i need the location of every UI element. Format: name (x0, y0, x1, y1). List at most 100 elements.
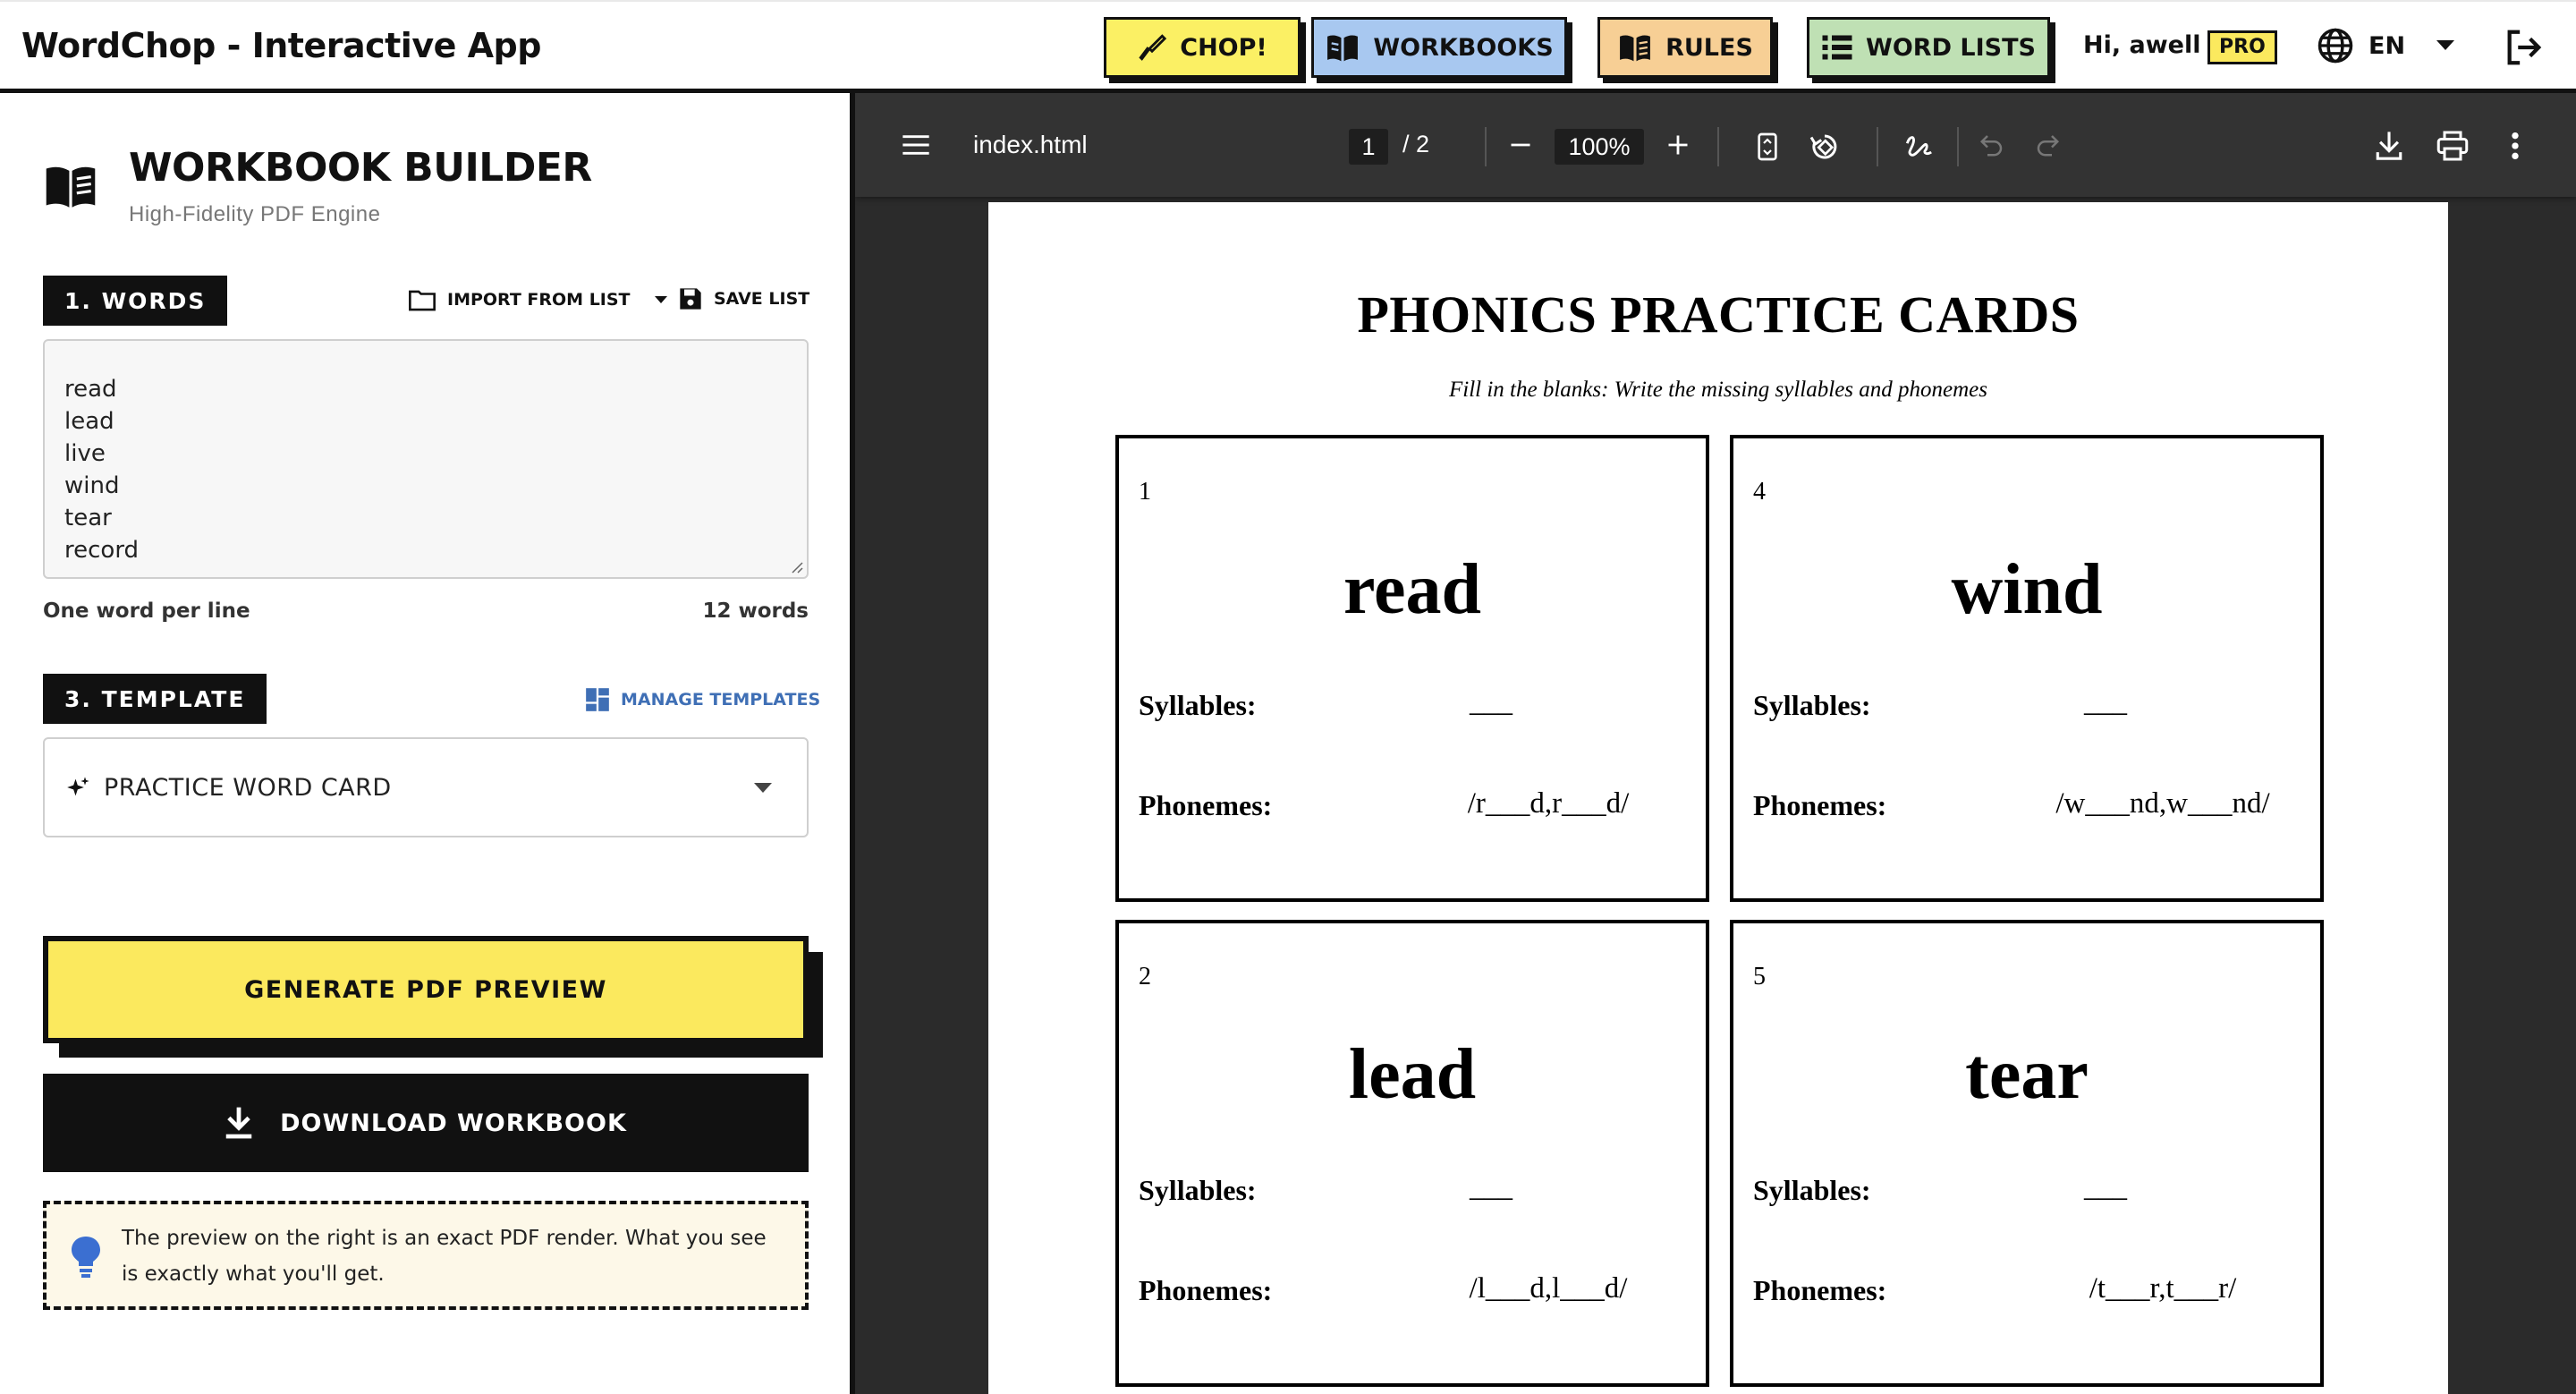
pdf-page: PHONICS PRACTICE CARDS Fill in the blank… (988, 202, 2448, 1394)
pdf-viewer: index.html 1 / 2 100% PHONICS PRACTICE C… (855, 93, 2576, 1394)
generate-pdf-preview-button[interactable]: GENERATE PDF PREVIEW (43, 936, 809, 1043)
save-list-button[interactable]: SAVE LIST (678, 286, 809, 311)
download-icon (225, 1107, 252, 1139)
menu-icon[interactable] (902, 132, 930, 157)
book-open-icon (1327, 35, 1359, 62)
phonemes-value: /l___d,l___d/ (1469, 1272, 1628, 1305)
pdf-toolbar: index.html 1 / 2 100% (855, 93, 2576, 197)
info-box: The preview on the right is an exact PDF… (43, 1201, 809, 1310)
redo-icon[interactable] (2034, 132, 2061, 157)
syllables-label: Syllables: (1139, 689, 1257, 721)
draw-icon[interactable] (1903, 131, 1934, 161)
manage-templates-button[interactable]: MANAGE TEMPLATES (585, 687, 820, 712)
words-textarea[interactable]: read lead live wind tear record (43, 339, 809, 579)
card-word: read (1343, 550, 1482, 629)
knife-icon (1139, 34, 1167, 61)
word-line: record (64, 537, 140, 564)
caret-down-icon (754, 783, 772, 793)
dashboard-icon (586, 688, 609, 711)
syllables-label: Syllables: (1139, 1174, 1257, 1206)
pro-badge: PRO (2207, 30, 2277, 64)
chop-button[interactable]: CHOP! (1104, 17, 1301, 78)
undo-icon[interactable] (1979, 132, 2005, 157)
app-title: WordChop - Interactive App (21, 26, 541, 65)
page-subtitle: Fill in the blanks: Write the missing sy… (1448, 378, 1987, 402)
toolbar-divider (1717, 127, 1719, 166)
practice-card: 5 tear Syllables: ___ Phonemes: /t___r,t… (1730, 920, 2324, 1387)
rules-button[interactable]: RULES (1597, 17, 1773, 78)
toolbar-divider (1957, 127, 1959, 166)
rotate-icon[interactable] (1809, 131, 1841, 163)
manage-templates-label: MANAGE TEMPLATES (621, 690, 821, 710)
template-section-label: 3. TEMPLATE (43, 674, 267, 724)
list-icon (1822, 35, 1852, 60)
phonemes-label: Phonemes: (1753, 789, 1887, 821)
lightbulb-icon (72, 1237, 100, 1278)
download-icon[interactable] (2376, 131, 2402, 161)
phonemes-value: /t___r,t___r/ (2089, 1272, 2237, 1305)
builder-subtitle: High-Fidelity PDF Engine (129, 202, 381, 226)
word-lists-label: WORD LISTS (1866, 33, 2036, 62)
card-number: 5 (1753, 963, 1766, 990)
import-label: IMPORT FROM LIST (447, 290, 631, 310)
page-total: / 2 (1402, 131, 1430, 157)
word-line: lead (64, 408, 114, 435)
rulebook-icon (1620, 35, 1651, 62)
print-icon[interactable] (2436, 131, 2469, 161)
word-count: 12 words (702, 599, 809, 623)
caret-down-icon (2436, 40, 2455, 50)
more-vert-icon[interactable] (2510, 131, 2521, 161)
download-workbook-button[interactable]: DOWNLOAD WORKBOOK (43, 1074, 809, 1172)
resize-handle-icon[interactable] (787, 557, 803, 574)
syllables-label: Syllables: (1753, 689, 1871, 721)
zoom-in-icon[interactable] (1665, 132, 1690, 157)
page-number-input[interactable]: 1 (1349, 129, 1388, 165)
phonemes-label: Phonemes: (1753, 1274, 1887, 1306)
logout-button[interactable] (2503, 27, 2544, 68)
info-text: The preview on the right is an exact PDF… (122, 1227, 767, 1286)
words-hint: One word per line (43, 599, 250, 623)
chop-label: CHOP! (1180, 33, 1267, 62)
zoom-level-input[interactable]: 100% (1555, 129, 1644, 165)
download-label: DOWNLOAD WORKBOOK (280, 1109, 627, 1137)
save-list-label: SAVE LIST (714, 289, 810, 309)
syllables-label: Syllables: (1753, 1174, 1871, 1206)
language-selector[interactable]: EN (2317, 27, 2455, 64)
card-word: lead (1348, 1035, 1477, 1114)
save-icon (680, 288, 701, 310)
toolbar-divider (1485, 127, 1487, 166)
workbook-builder-panel: WORKBOOK BUILDER High-Fidelity PDF Engin… (0, 93, 850, 1394)
word-line: tear (64, 505, 112, 531)
folder-icon (409, 290, 436, 311)
language-label: EN (2368, 31, 2406, 60)
workbooks-button[interactable]: WORKBOOKS (1311, 17, 1567, 78)
logout-icon (2507, 30, 2542, 65)
syllables-blank: ___ (2084, 685, 2127, 718)
syllables-blank: ___ (1470, 1170, 1513, 1203)
card-number: 1 (1139, 478, 1151, 506)
word-line: wind (64, 472, 120, 499)
card-word: tear (1965, 1035, 2089, 1114)
syllables-blank: ___ (2084, 1170, 2127, 1203)
card-word: wind (1951, 550, 2103, 629)
template-selected-value: PRACTICE WORD CARD (104, 773, 392, 802)
zoom-out-icon[interactable] (1508, 132, 1533, 157)
phonemes-value: /r___d,r___d/ (1467, 787, 1630, 820)
practice-card: 4 wind Syllables: ___ Phonemes: /w___nd,… (1730, 435, 2324, 902)
template-select[interactable]: PRACTICE WORD CARD (43, 737, 809, 837)
pdf-filename: index.html (973, 131, 1088, 158)
practice-card: 2 lead Syllables: ___ Phonemes: /l___d,l… (1115, 920, 1709, 1387)
syllables-blank: ___ (1470, 685, 1513, 718)
practice-card: 1 read Syllables: ___ Phonemes: /r___d,r… (1115, 435, 1709, 902)
caret-down-icon (654, 296, 667, 303)
fit-page-icon[interactable] (1757, 132, 1778, 161)
top-bar: WordChop - Interactive App CHOP! WORKBOO… (0, 0, 2576, 93)
import-from-list-button[interactable]: IMPORT FROM LIST (408, 288, 668, 311)
word-line: read (64, 376, 117, 403)
book-icon (46, 166, 96, 208)
sparkle-icon (67, 777, 89, 796)
phonemes-value: /w___nd,w___nd/ (2055, 787, 2270, 820)
user-greeting: Hi, awell (2083, 31, 2201, 59)
card-number: 4 (1753, 478, 1766, 506)
word-lists-button[interactable]: WORD LISTS (1807, 17, 2050, 78)
